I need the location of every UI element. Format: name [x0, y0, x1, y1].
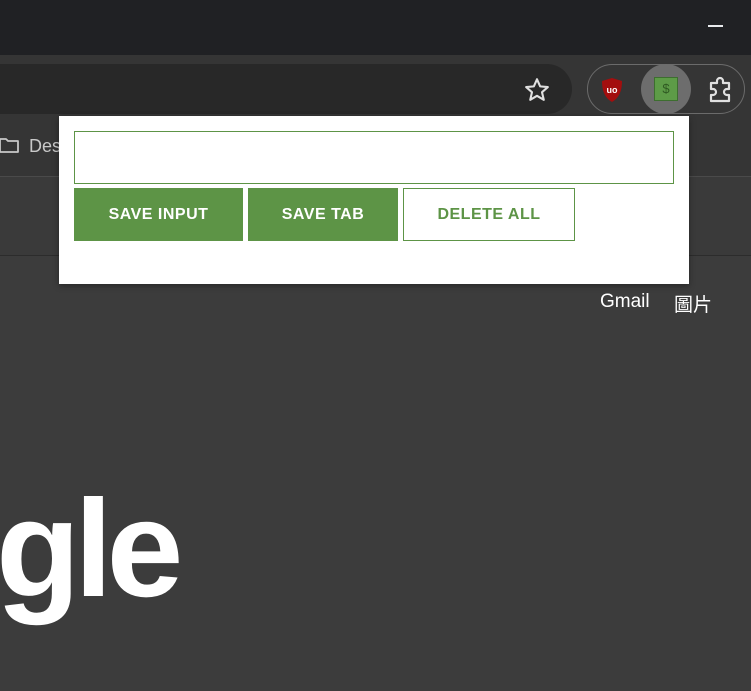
save-input-button[interactable]: SAVE INPUT: [74, 188, 243, 241]
address-bar[interactable]: [0, 64, 572, 114]
minimize-window-button[interactable]: [705, 13, 727, 35]
dollar-extension-icon[interactable]: $: [654, 77, 678, 101]
delete-all-button[interactable]: DELETE ALL: [403, 188, 575, 241]
gmail-link[interactable]: Gmail: [600, 291, 650, 313]
save-tab-button[interactable]: SAVE TAB: [248, 188, 398, 241]
ublock-origin-glyph: uo: [607, 85, 618, 95]
images-link[interactable]: 圖片: [674, 290, 712, 317]
ublock-origin-icon[interactable]: uo: [600, 77, 624, 103]
google-logo: gle: [0, 472, 183, 626]
extension-popup: SAVE INPUT SAVE TAB DELETE ALL: [59, 116, 689, 284]
bookmark-label[interactable]: Des: [29, 136, 61, 157]
bookmark-star-icon[interactable]: [523, 76, 551, 104]
dollar-glyph: $: [662, 81, 670, 96]
window-titlebar: [0, 0, 751, 55]
folder-icon: [0, 138, 19, 153]
lead-input[interactable]: [74, 131, 674, 184]
puzzle-icon[interactable]: [706, 76, 736, 104]
